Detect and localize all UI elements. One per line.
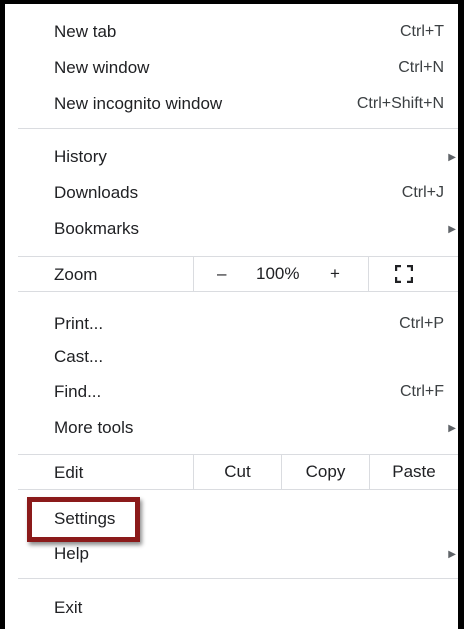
zoom-out-button[interactable]: – bbox=[217, 264, 226, 284]
menu-item-history[interactable]: History ▶ bbox=[18, 139, 458, 175]
settings-highlight-box bbox=[27, 497, 140, 542]
print-label: Print... bbox=[54, 314, 104, 333]
exit-label: Exit bbox=[54, 598, 83, 617]
menu-item-cast[interactable]: Cast... bbox=[18, 339, 458, 375]
menu-item-bookmarks[interactable]: Bookmarks ▶ bbox=[18, 211, 458, 247]
find-label: Find... bbox=[54, 382, 102, 401]
history-label: History bbox=[54, 147, 107, 166]
menu-item-find[interactable]: Find... Ctrl+F bbox=[18, 374, 458, 410]
menu-item-exit[interactable]: Exit bbox=[18, 590, 458, 626]
cast-label: Cast... bbox=[54, 347, 104, 366]
divider bbox=[368, 257, 369, 291]
cut-button[interactable]: Cut bbox=[194, 455, 281, 489]
find-shortcut: Ctrl+F bbox=[400, 383, 444, 400]
separator bbox=[18, 128, 458, 129]
menu-item-new-window[interactable]: New window Ctrl+N bbox=[18, 50, 458, 86]
menu-item-print[interactable]: Print... Ctrl+P bbox=[18, 306, 458, 342]
new-window-label: New window bbox=[54, 58, 150, 77]
new-tab-shortcut: Ctrl+T bbox=[400, 23, 444, 40]
new-incognito-label: New incognito window bbox=[54, 94, 223, 113]
new-incognito-shortcut: Ctrl+Shift+N bbox=[356, 95, 444, 112]
fullscreen-icon[interactable] bbox=[394, 264, 414, 284]
edit-row: Edit Cut Copy Paste bbox=[18, 454, 458, 490]
zoom-in-button[interactable]: + bbox=[330, 264, 340, 284]
copy-button[interactable]: Copy bbox=[282, 455, 369, 489]
zoom-label: Zoom bbox=[54, 265, 98, 284]
paste-button[interactable]: Paste bbox=[370, 455, 458, 489]
menu-item-more-tools[interactable]: More tools ▶ bbox=[18, 410, 458, 446]
zoom-row: Zoom – 100% + bbox=[18, 256, 458, 292]
submenu-arrow-icon: ▶ bbox=[448, 151, 456, 163]
edit-label: Edit bbox=[54, 463, 84, 482]
help-label: Help bbox=[54, 544, 89, 563]
new-window-shortcut: Ctrl+N bbox=[398, 59, 444, 76]
submenu-arrow-icon: ▶ bbox=[448, 223, 456, 235]
submenu-arrow-icon: ▶ bbox=[448, 422, 456, 434]
bookmarks-label: Bookmarks bbox=[54, 219, 140, 238]
menu-item-new-tab[interactable]: New tab Ctrl+T bbox=[18, 14, 458, 50]
print-shortcut: Ctrl+P bbox=[399, 315, 444, 332]
downloads-label: Downloads bbox=[54, 183, 139, 202]
divider bbox=[193, 257, 194, 291]
new-tab-label: New tab bbox=[54, 22, 117, 41]
submenu-arrow-icon: ▶ bbox=[448, 548, 456, 560]
zoom-level: 100% bbox=[256, 264, 300, 283]
separator bbox=[18, 578, 458, 579]
menu-item-new-incognito-window[interactable]: New incognito window Ctrl+Shift+N bbox=[18, 86, 458, 122]
more-tools-label: More tools bbox=[54, 418, 134, 437]
menu-item-downloads[interactable]: Downloads Ctrl+J bbox=[18, 175, 458, 211]
downloads-shortcut: Ctrl+J bbox=[401, 184, 444, 201]
